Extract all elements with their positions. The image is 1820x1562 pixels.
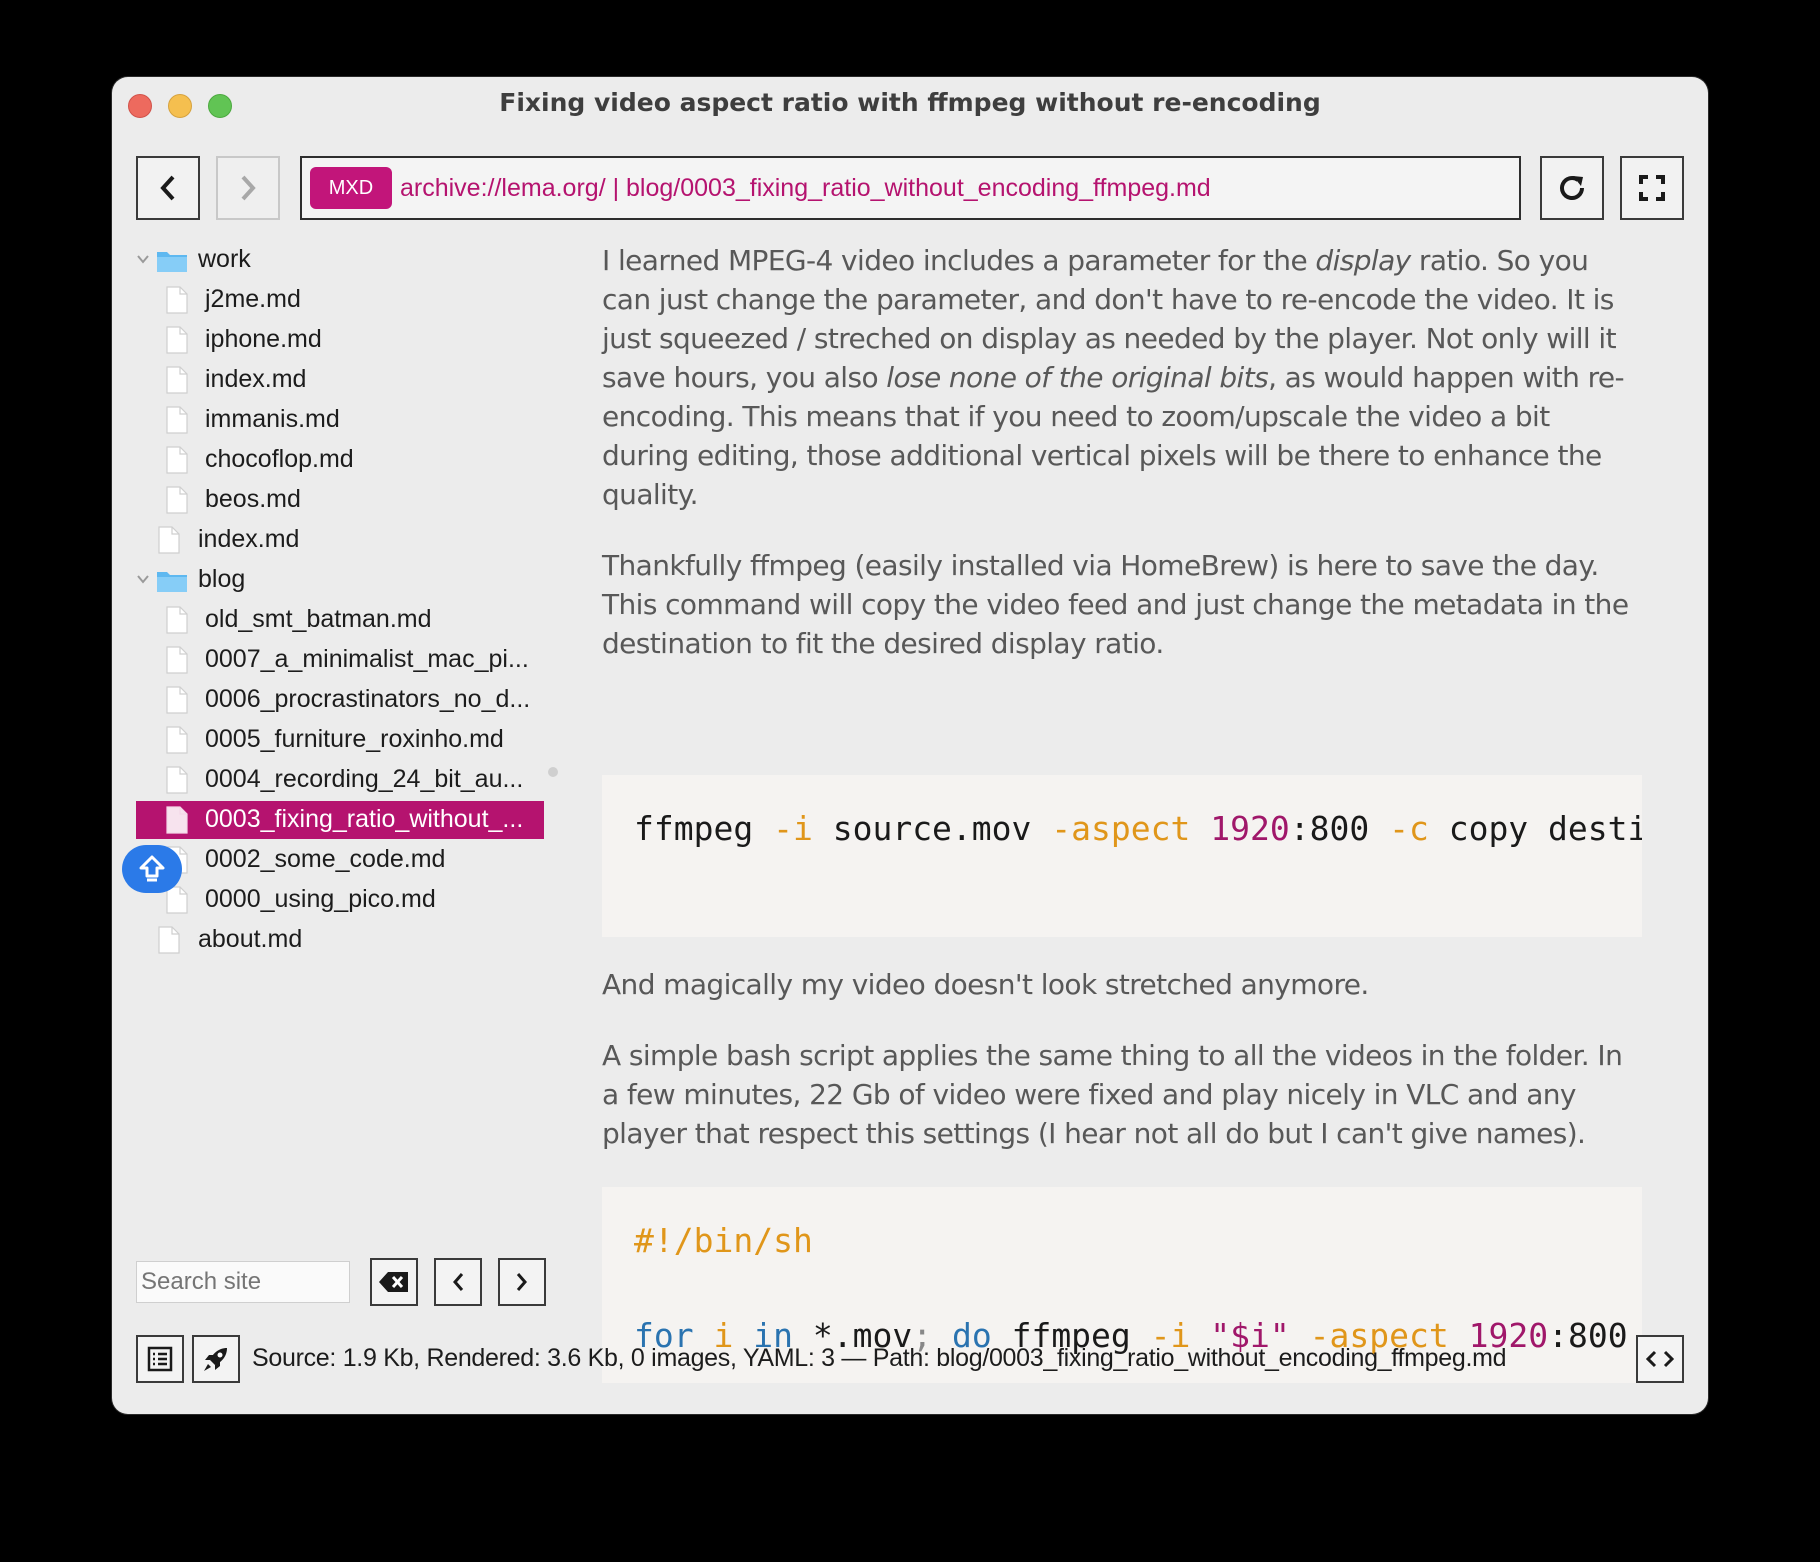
code-line: #!/bin/sh xyxy=(634,1221,813,1260)
tree-file[interactable]: immanis.md xyxy=(136,401,544,439)
tree-item-label: work xyxy=(198,245,251,273)
tree-file[interactable]: j2me.md xyxy=(136,281,544,319)
chevron-right-icon xyxy=(241,175,256,201)
tree-file[interactable]: 0000_using_pico.md xyxy=(136,881,544,919)
scroll-indicator xyxy=(548,767,558,777)
tree-item-label: 0004_recording_24_bit_au... xyxy=(205,765,524,793)
publish-button[interactable] xyxy=(192,1335,240,1383)
arrow-up-icon xyxy=(139,855,165,882)
search-prev-button[interactable] xyxy=(434,1258,482,1306)
rocket-icon xyxy=(204,1348,227,1371)
tree-item-label: chocoflop.md xyxy=(205,445,354,473)
app-window: Fixing video aspect ratio with ffmpeg wi… xyxy=(112,77,1708,1414)
tree-item-label: beos.md xyxy=(205,485,301,513)
tree-folder[interactable]: blog xyxy=(136,561,544,599)
paragraph-2: Thankfully ffmpeg (easily installed via … xyxy=(602,549,1629,660)
tree-item-label: iphone.md xyxy=(205,325,322,353)
list-icon xyxy=(147,1346,173,1372)
code-block-ffmpeg: ffmpeg -i source.mov -aspect 1920:800 -c… xyxy=(602,775,1642,937)
file-icon xyxy=(166,806,188,834)
tree-file[interactable]: 0006_procrastinators_no_d... xyxy=(136,681,544,719)
tree-item-label: immanis.md xyxy=(205,405,340,433)
code-line: ffmpeg -i source.mov -aspect 1920:800 -c… xyxy=(634,809,1642,848)
file-icon xyxy=(166,326,188,354)
file-icon xyxy=(158,526,180,554)
tree-folder[interactable]: work xyxy=(136,241,544,279)
url-text[interactable]: archive://lema.org/ | blog/0003_fixing_r… xyxy=(400,174,1211,203)
file-icon xyxy=(166,646,188,674)
tree-file[interactable]: 0004_recording_24_bit_au... xyxy=(136,761,544,799)
chevron-down-icon[interactable] xyxy=(136,253,150,265)
forward-button[interactable] xyxy=(216,156,280,220)
file-icon xyxy=(166,366,188,394)
backspace-icon xyxy=(379,1272,408,1292)
tree-file[interactable]: about.md xyxy=(136,921,544,959)
file-icon xyxy=(166,606,188,634)
file-icon xyxy=(166,726,188,754)
tree-file[interactable]: index.md xyxy=(136,521,544,559)
file-icon xyxy=(166,446,188,474)
tree-item-label: about.md xyxy=(198,925,303,953)
file-icon xyxy=(166,886,188,914)
tree-item-label: 0006_procrastinators_no_d... xyxy=(205,685,531,713)
outline-button[interactable] xyxy=(136,1335,184,1383)
scroll-to-top-button[interactable] xyxy=(122,845,182,893)
tree-item-label: 0007_a_minimalist_mac_pi... xyxy=(205,645,529,673)
fullscreen-button[interactable] xyxy=(1620,156,1684,220)
tree-file[interactable]: 0005_furniture_roxinho.md xyxy=(136,721,544,759)
tree-item-label: index.md xyxy=(198,525,300,553)
folder-icon xyxy=(157,252,187,272)
tree-file[interactable]: iphone.md xyxy=(136,321,544,359)
tree-file[interactable]: 0003_fixing_ratio_without_... xyxy=(136,801,544,839)
tree-item-label: old_smt_batman.md xyxy=(205,605,432,633)
chevron-down-icon[interactable] xyxy=(136,573,150,585)
file-icon xyxy=(158,926,180,954)
search-next-button[interactable] xyxy=(498,1258,546,1306)
file-icon xyxy=(166,406,188,434)
address-bar[interactable]: MXD archive://lema.org/ | blog/0003_fixi… xyxy=(300,156,1521,220)
chevron-left-icon xyxy=(160,175,175,201)
title-bar: Fixing video aspect ratio with ffmpeg wi… xyxy=(112,77,1708,129)
tree-item-label: 0005_furniture_roxinho.md xyxy=(205,725,504,753)
tree-item-label: 0003_fixing_ratio_without_... xyxy=(205,805,524,833)
chevron-left-icon xyxy=(453,1273,464,1291)
back-button[interactable] xyxy=(136,156,200,220)
file-icon xyxy=(166,766,188,794)
status-info: Source: 1.9 Kb, Rendered: 3.6 Kb, 0 imag… xyxy=(252,1344,1507,1372)
tree-file[interactable]: 0007_a_minimalist_mac_pi... xyxy=(136,641,544,679)
reload-button[interactable] xyxy=(1540,156,1604,220)
reload-icon xyxy=(1560,176,1584,200)
file-icon xyxy=(166,686,188,714)
tree-item-label: 0000_using_pico.md xyxy=(205,885,436,913)
code-icon xyxy=(1646,1350,1674,1368)
search-input[interactable] xyxy=(136,1261,350,1303)
paragraph-4: A simple bash script applies the same th… xyxy=(602,1039,1623,1150)
clear-search-button[interactable] xyxy=(370,1258,418,1306)
view-source-button[interactable] xyxy=(1636,1335,1684,1383)
tree-file[interactable]: index.md xyxy=(136,361,544,399)
chevron-right-icon xyxy=(516,1273,527,1291)
tree-file[interactable]: beos.md xyxy=(136,481,544,519)
tree-item-label: j2me.md xyxy=(205,285,301,313)
tree-file[interactable]: old_smt_batman.md xyxy=(136,601,544,639)
window-title: Fixing video aspect ratio with ffmpeg wi… xyxy=(499,88,1321,117)
tree-file[interactable]: 0002_some_code.md xyxy=(136,841,544,879)
file-icon xyxy=(166,486,188,514)
tree-file[interactable]: chocoflop.md xyxy=(136,441,544,479)
paragraph-1: I learned MPEG-4 video includes a parame… xyxy=(602,244,1625,511)
tree-item-label: index.md xyxy=(205,365,307,393)
folder-icon xyxy=(157,572,187,592)
paragraph-3: And magically my video doesn't look stre… xyxy=(602,968,1369,1001)
file-icon xyxy=(166,286,188,314)
tree-item-label: blog xyxy=(198,565,246,593)
fullscreen-icon xyxy=(1639,175,1665,201)
tree-item-label: 0002_some_code.md xyxy=(205,845,446,873)
mxd-badge[interactable]: MXD xyxy=(310,167,392,209)
